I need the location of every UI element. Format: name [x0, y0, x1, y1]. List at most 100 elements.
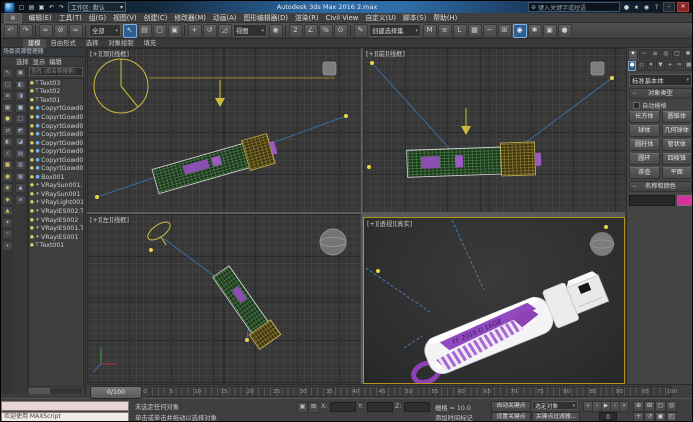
viewport-front[interactable]: [+][前][线框]	[363, 48, 625, 212]
display-hidden-icon[interactable]: ◐	[2, 137, 13, 147]
visibility-bulb-icon[interactable]: ●	[30, 124, 34, 129]
edit-named-selections-icon[interactable]: ✎	[354, 24, 368, 38]
select-and-link-icon[interactable]: ∞	[39, 24, 53, 38]
display-tab-icon[interactable]: ▢	[672, 49, 682, 60]
reference-coordinate-dropdown[interactable]: 视图▾	[233, 24, 267, 37]
motion-tab-icon[interactable]: ◎	[661, 49, 671, 60]
scene-object-row[interactable]: ● T Text03	[29, 79, 83, 88]
display-lights-icon[interactable]: ●	[2, 114, 13, 124]
visibility-bulb-icon[interactable]: ●	[30, 132, 34, 137]
menu-item[interactable]: 视图(V)	[110, 13, 141, 23]
z-coordinate-field[interactable]	[404, 402, 430, 412]
go-to-end-icon[interactable]: »	[619, 401, 629, 412]
object-name-field[interactable]	[629, 195, 675, 206]
spinner-snap-icon[interactable]: ⊙	[334, 24, 348, 38]
time-slider-handle[interactable]: 0/100	[90, 386, 142, 399]
modify-tab-icon[interactable]: ~	[639, 49, 649, 60]
primitive-button[interactable]: 球体	[629, 125, 660, 137]
filter-geometry-icon[interactable]: ■	[2, 160, 13, 170]
visibility-bulb-icon[interactable]: ●	[30, 175, 34, 180]
selection-set-dropdown[interactable]: 选定对象 ▾	[532, 401, 578, 410]
display-monitor-icon[interactable]: ▢	[2, 80, 13, 90]
space-warps-category-icon[interactable]: ≈	[675, 61, 683, 71]
visibility-bulb-icon[interactable]: ●	[30, 226, 34, 231]
scene-object-row[interactable]: ● T Text001	[29, 241, 83, 250]
rectangular-selection-region-icon[interactable]: ▢	[153, 24, 167, 38]
schematic-view-icon[interactable]: ⊞	[498, 24, 512, 38]
viewport-perspective-label[interactable]: [+][透视][真实]	[367, 219, 412, 228]
primitive-button[interactable]: 茶壶	[629, 167, 660, 179]
visibility-bulb-icon[interactable]: ●	[30, 235, 34, 240]
visibility-bulb-icon[interactable]: ●	[30, 192, 34, 197]
workspace-dropdown[interactable]: 工作区: 默认▾	[68, 2, 126, 12]
explorer-tool-icon[interactable]: ▲	[15, 183, 26, 193]
filter-sphere-icon[interactable]: ●	[2, 172, 13, 182]
explorer-menu-display[interactable]: 显示	[33, 57, 46, 66]
shapes-category-icon[interactable]: ◇	[637, 61, 645, 71]
viewport-top[interactable]: [+][顶][线框]	[87, 48, 361, 212]
open-file-icon[interactable]: ▤	[27, 4, 36, 11]
rendered-frame-window-icon[interactable]: ▣	[543, 24, 557, 38]
visibility-bulb-icon[interactable]: ●	[30, 243, 34, 248]
help-icon[interactable]: ?	[652, 4, 661, 11]
x-coordinate-field[interactable]	[330, 402, 356, 412]
percent-snap-icon[interactable]: %	[319, 24, 333, 38]
menu-item[interactable]: 编辑(E)	[25, 13, 55, 23]
explorer-tool-icon[interactable]: ◧	[15, 80, 26, 90]
visibility-bulb-icon[interactable]: ●	[30, 81, 34, 86]
visibility-bulb-icon[interactable]: ●	[30, 218, 34, 223]
viewport-front-label[interactable]: [+][前][线框]	[366, 49, 405, 58]
select-object-icon[interactable]: ↖	[123, 24, 137, 38]
explorer-tool-icon[interactable]: ■	[15, 103, 26, 113]
left-viewport-canvas[interactable]	[87, 214, 361, 384]
use-pivot-center-icon[interactable]: ◉	[269, 24, 283, 38]
menu-item[interactable]: 修改器(M)	[171, 13, 210, 23]
scene-object-row[interactable]: ● ✦ VRaySun001.Ta	[29, 182, 83, 191]
filter-helper-icon[interactable]: +	[2, 241, 13, 251]
display-link-icon[interactable]: ⇄	[2, 126, 13, 136]
menu-item[interactable]: 工具(T)	[55, 13, 85, 23]
primitive-button[interactable]: 平面	[662, 167, 693, 179]
fov-icon[interactable]: ◎	[666, 401, 677, 412]
ribbon-tab[interactable]: 对象绘制	[103, 39, 138, 48]
visibility-bulb-icon[interactable]: ●	[30, 141, 34, 146]
primitive-category-dropdown[interactable]: 标准基本体 ▾	[629, 74, 692, 86]
menu-item[interactable]: 帮助(H)	[430, 13, 461, 23]
render-setup-icon[interactable]: ✱	[528, 24, 542, 38]
explorer-scrollbar[interactable]	[28, 387, 83, 395]
menu-item[interactable]: 自定义(U)	[362, 13, 400, 23]
scene-object-row[interactable]: ● ✦ VRayLight001	[29, 199, 83, 208]
viewport-left-label[interactable]: [+][左][线框]	[90, 215, 129, 224]
scene-object-row[interactable]: ● ● CopyrtGowd08	[29, 105, 83, 114]
infocenter-search-input[interactable]: ⊕ 键入关键字或短语	[528, 2, 620, 12]
visibility-bulb-icon[interactable]: ●	[30, 166, 34, 171]
bind-to-space-warp-icon[interactable]: ≈	[69, 24, 83, 38]
align-icon[interactable]: ≡	[438, 24, 452, 38]
ribbon-tab[interactable]: 建模	[23, 39, 46, 48]
explorer-tool-icon[interactable]: □	[15, 114, 26, 124]
maxscript-mini-listener-input[interactable]	[1, 401, 129, 411]
visibility-bulb-icon[interactable]: ●	[30, 89, 34, 94]
menu-item[interactable]: 动画(A)	[209, 13, 240, 23]
primitive-button[interactable]: 长方体	[629, 111, 660, 123]
undo-icon[interactable]: ↶	[4, 24, 18, 38]
select-and-move-icon[interactable]: +	[188, 24, 202, 38]
save-file-icon[interactable]: ▣	[37, 4, 46, 11]
select-and-scale-icon[interactable]: ◿	[218, 24, 232, 38]
visibility-bulb-icon[interactable]: ●	[30, 158, 34, 163]
utilities-tab-icon[interactable]: ✱	[683, 49, 693, 60]
zoom-all-icon[interactable]: ⊞	[644, 401, 655, 412]
render-production-icon[interactable]: ●	[558, 24, 572, 38]
autogrid-checkbox[interactable]: 自动栅格	[633, 101, 693, 110]
viewport-left[interactable]: [+][左][线框]	[87, 214, 361, 384]
select-by-name-icon[interactable]: ▤	[138, 24, 152, 38]
filter-cone-icon[interactable]: ▲	[2, 206, 13, 216]
visibility-bulb-icon[interactable]: ●	[30, 183, 34, 188]
mirror-icon[interactable]: M	[423, 24, 437, 38]
filter-teapot-icon[interactable]: ◆	[2, 195, 13, 205]
menu-item[interactable]: 脚本(S)	[400, 13, 430, 23]
y-coordinate-field[interactable]	[367, 402, 393, 412]
scene-object-row[interactable]: ● ● Box001	[29, 173, 83, 182]
undo-icon[interactable]: ↶	[47, 4, 56, 11]
selection-lock-icon[interactable]: ⊠	[308, 402, 319, 413]
